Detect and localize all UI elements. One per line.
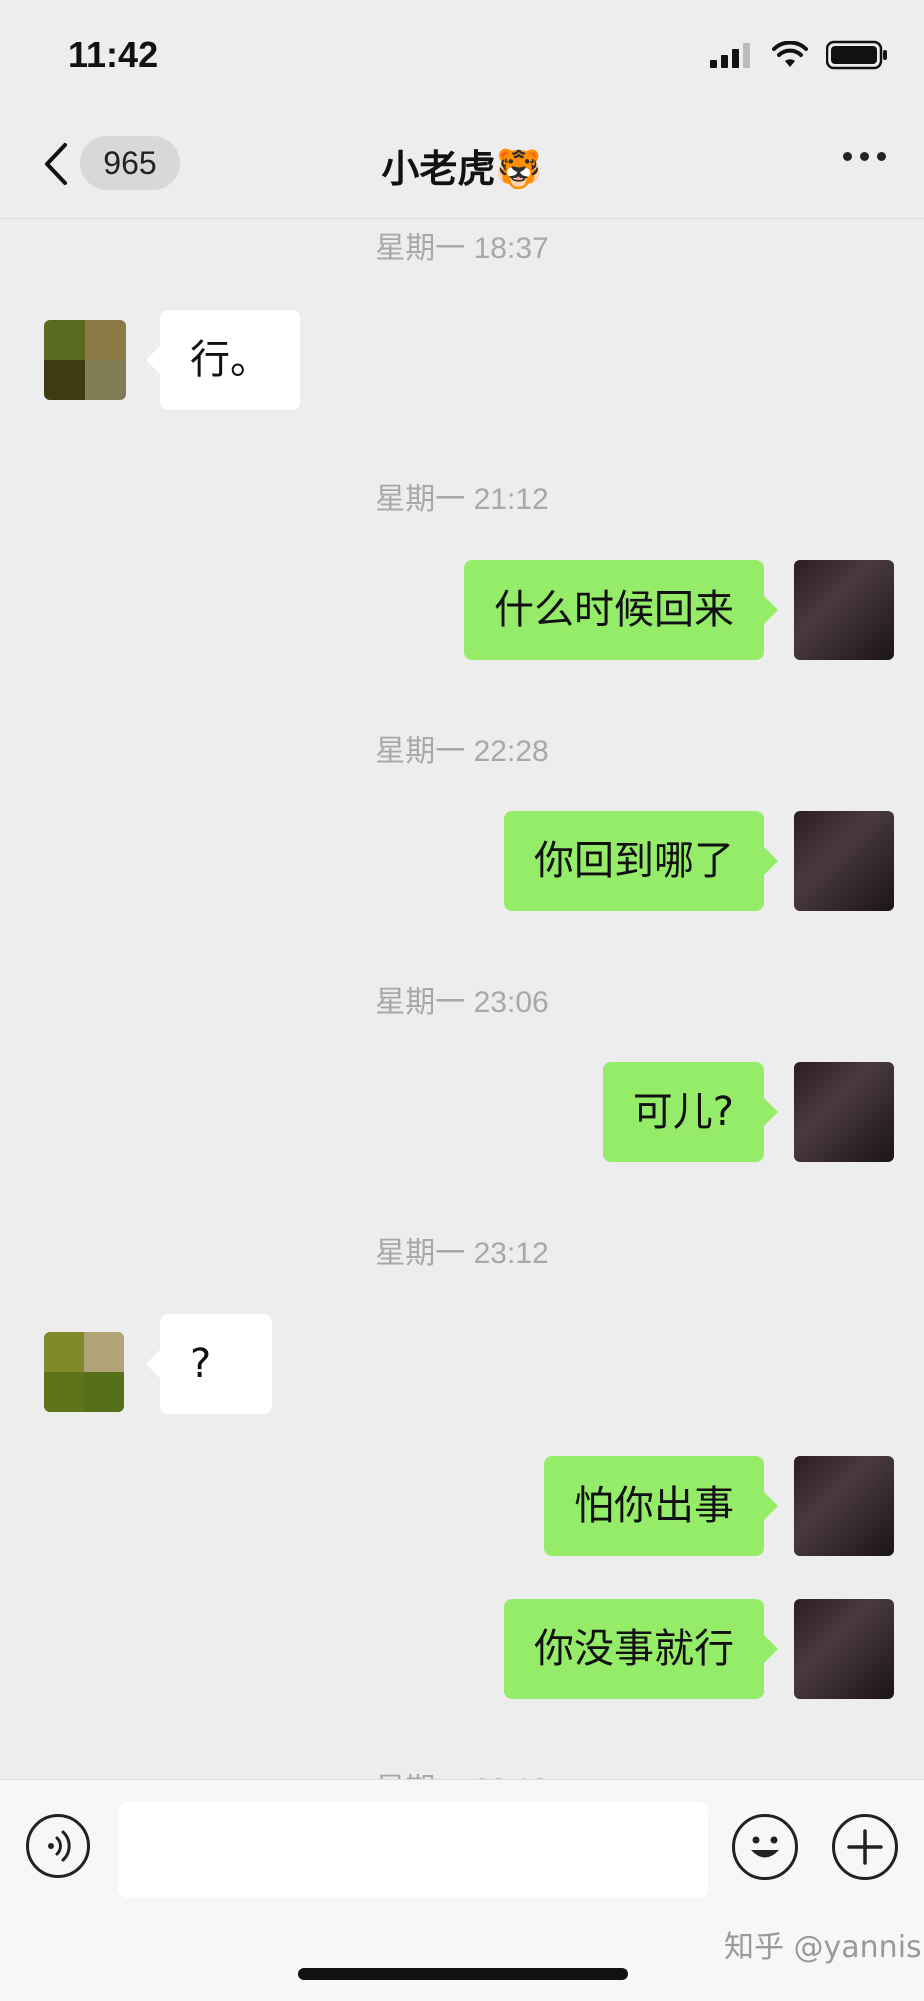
status-icons: [710, 40, 888, 70]
timestamp: 星期一 23:19: [0, 1764, 924, 1779]
my-avatar[interactable]: [794, 1062, 894, 1162]
message-bubble-received[interactable]: ?: [146, 1314, 272, 1414]
signal-icon: [710, 43, 750, 68]
message-bubble-sent[interactable]: 怕你出事: [544, 1456, 778, 1556]
my-avatar[interactable]: [794, 560, 894, 660]
timestamp: 星期一 23:06: [375, 986, 549, 1019]
emoji-button[interactable]: [732, 1814, 798, 1880]
watermark: 知乎 @yannis: [724, 1930, 922, 1965]
my-avatar[interactable]: [794, 1599, 894, 1699]
message-list[interactable]: 星期一 18:37 行。 星期一 21:12 什么时候回来 星期一 22:28 …: [0, 219, 924, 1779]
timestamp: 星期一 23:12: [375, 1237, 549, 1270]
home-indicator[interactable]: [298, 1968, 628, 1980]
more-functions-button[interactable]: [832, 1814, 898, 1880]
timestamp: 星期一 21:12: [375, 483, 549, 516]
contact-avatar[interactable]: [44, 1332, 124, 1412]
battery-icon: [826, 40, 887, 70]
status-time: 11:42: [68, 34, 159, 75]
my-avatar[interactable]: [794, 1456, 894, 1556]
message-bubble-sent[interactable]: 你回到哪了: [504, 811, 778, 911]
more-options-button[interactable]: [843, 152, 886, 161]
wifi-icon: [772, 41, 808, 67]
message-bubble-received[interactable]: 行。: [146, 310, 300, 410]
status-bar: 11:42: [0, 0, 924, 112]
contact-avatar[interactable]: [44, 320, 126, 400]
more-dot-icon: [860, 152, 869, 161]
message-bubble-sent[interactable]: 你没事就行: [504, 1599, 778, 1699]
timestamp: 星期一 18:37: [375, 232, 549, 265]
my-avatar[interactable]: [794, 811, 894, 911]
plus-icon: [847, 1829, 883, 1865]
chat-header: 965 小老虎🐯: [0, 112, 924, 219]
message-bubble-sent[interactable]: 可儿?: [602, 1062, 779, 1162]
more-dot-icon: [877, 152, 886, 161]
smiley-icon: [751, 1836, 779, 1858]
message-bubble-sent[interactable]: 什么时候回来: [464, 560, 778, 660]
voice-icon: [48, 1830, 71, 1862]
voice-input-button[interactable]: [26, 1814, 90, 1878]
more-dot-icon: [843, 152, 852, 161]
timestamp: 星期一 22:28: [375, 735, 549, 768]
chat-title: 小老虎🐯: [381, 147, 543, 191]
message-input[interactable]: [118, 1802, 708, 1898]
